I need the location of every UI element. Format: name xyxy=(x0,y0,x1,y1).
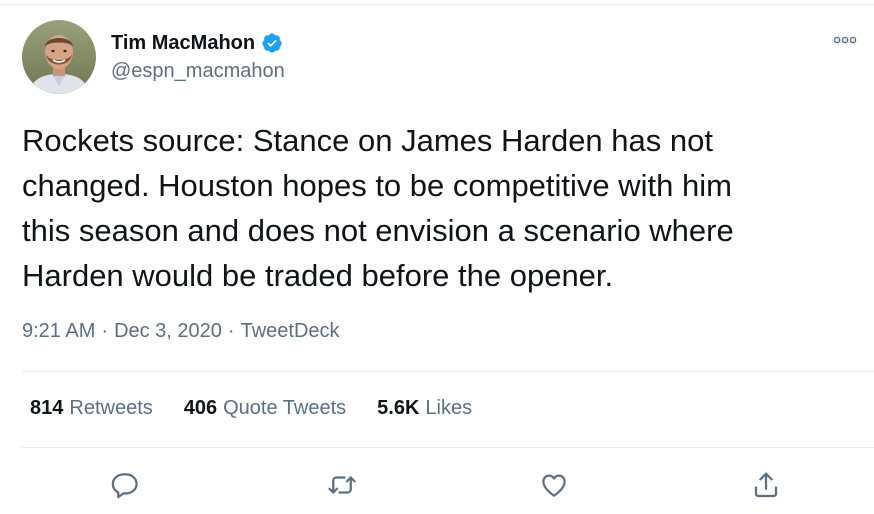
reply-button[interactable] xyxy=(107,466,145,504)
user-handle[interactable]: @espn_macmahon xyxy=(111,60,285,83)
actions-top-divider xyxy=(22,447,874,448)
avatar-photo xyxy=(22,20,96,94)
top-divider xyxy=(0,4,874,5)
tweet-meta: 9:21 AM · Dec 3, 2020 · TweetDeck xyxy=(22,320,340,343)
tweet-time[interactable]: 9:21 AM xyxy=(22,320,95,343)
tweet-date[interactable]: Dec 3, 2020 xyxy=(114,320,222,343)
likes-stat[interactable]: 5.6K Likes xyxy=(377,397,472,420)
user-display-name[interactable]: Tim MacMahon xyxy=(111,32,255,55)
retweets-stat[interactable]: 814 Retweets xyxy=(30,397,153,420)
user-name-row: Tim MacMahon xyxy=(111,30,283,56)
tweet-stats: 814 Retweets 406 Quote Tweets 5.6K Likes xyxy=(30,397,503,420)
tweet-card: Tim MacMahon @espn_macmahon Rockets sour… xyxy=(0,0,874,514)
tweet-text: Rockets source: Stance on James Harden h… xyxy=(22,123,734,293)
more-options-icon[interactable] xyxy=(832,32,858,48)
avatar[interactable] xyxy=(22,20,96,94)
reply-icon xyxy=(111,473,138,499)
quote-tweets-label: Quote Tweets xyxy=(223,397,347,419)
quote-tweets-count: 406 xyxy=(183,397,218,419)
quote-tweets-stat[interactable]: 406 Quote Tweets xyxy=(184,397,346,420)
share-icon xyxy=(754,472,778,498)
retweet-button[interactable] xyxy=(323,466,361,504)
verified-badge-icon xyxy=(261,32,283,54)
like-icon xyxy=(542,474,566,497)
retweets-label: Retweets xyxy=(69,397,153,419)
retweets-count: 814 xyxy=(30,397,64,419)
tweet-source[interactable]: TweetDeck xyxy=(241,320,340,343)
meta-separator: · xyxy=(227,320,235,342)
like-button[interactable] xyxy=(535,466,573,504)
tweet-actions xyxy=(0,466,874,504)
retweet-icon xyxy=(328,476,356,494)
meta-separator: · xyxy=(101,320,109,342)
likes-count: 5.6K xyxy=(377,397,420,419)
share-button[interactable] xyxy=(747,466,785,504)
likes-label: Likes xyxy=(425,397,473,419)
stats-top-divider xyxy=(22,371,874,372)
